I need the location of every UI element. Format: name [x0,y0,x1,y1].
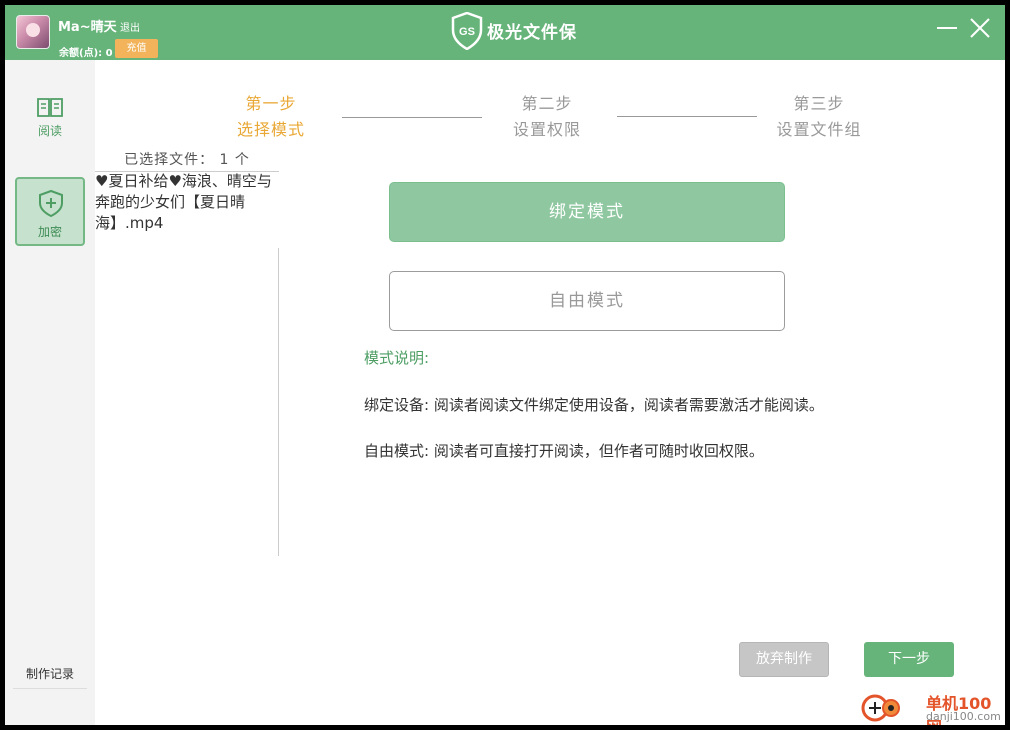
step-3-number: 第三步 [793,94,845,113]
abandon-button[interactable]: 放弃制作 [739,642,829,677]
mode-description-free: 自由模式: 阅读者可直接打开阅读，但作者可随时收回权限。 [364,442,764,460]
app-window: Ma~晴天 退出 余额(点): 0 充值 GS 极光文件保 阅读 加密 制作记录… [5,5,1005,725]
mode-description-title: 模式说明: [364,349,430,367]
sidebar-item-read[interactable]: 阅读 [15,78,85,138]
step-2-number: 第二步 [521,94,573,113]
balance-text: 余额(点): 0 [59,48,113,59]
mode-description-bound: 绑定设备: 阅读者阅读文件绑定使用设备，阅读者需要激活才能阅读。 [364,396,824,414]
avatar[interactable] [16,15,50,49]
sidebar-item-encrypt[interactable]: 加密 [15,177,85,246]
next-step-button[interactable]: 下一步 [864,642,954,677]
book-icon [37,98,63,117]
step-connector [617,116,757,117]
selected-files-count: 已选择文件： 1 个 [95,149,279,172]
panel-divider [278,248,279,556]
app-title: 极光文件保 [487,23,577,43]
bound-mode-button[interactable]: 绑定模式 [389,182,785,242]
step-3: 第三步 设置文件组 [771,91,867,143]
sidebar-item-records[interactable]: 制作记录 [13,665,87,689]
step-1-number: 第一步 [245,94,297,113]
logo-text: GS [459,26,475,38]
title-bar: Ma~晴天 退出 余额(点): 0 充值 GS 极光文件保 [5,5,1005,60]
shield-plus-icon [39,189,63,217]
free-mode-button[interactable]: 自由模式 [389,271,785,331]
sidebar: 阅读 加密 制作记录 [5,60,95,725]
sidebar-item-read-label: 阅读 [37,124,62,138]
step-1: 第一步 选择模式 [232,91,310,143]
step-2: 第二步 设置权限 [505,91,589,143]
minimize-icon[interactable] [936,17,958,39]
sidebar-item-encrypt-label: 加密 [37,225,62,239]
file-list-item[interactable]: ♥夏日补给♥海浪、晴空与奔跑的少女们【夏日晴海】.mp4 [95,171,279,234]
username: Ma~晴天 [58,20,117,35]
step-connector [342,117,482,118]
shield-logo-icon: GS [451,12,483,50]
step-1-label: 选择模式 [236,120,305,139]
logout-link[interactable]: 退出 [120,19,140,34]
close-icon[interactable] [969,17,991,39]
step-2-label: 设置权限 [512,120,581,139]
watermark-logo-icon [861,694,900,722]
recharge-button[interactable]: 充值 [115,39,158,58]
watermark-url: danji100.com [926,710,1001,723]
step-3-label: 设置文件组 [776,120,862,139]
